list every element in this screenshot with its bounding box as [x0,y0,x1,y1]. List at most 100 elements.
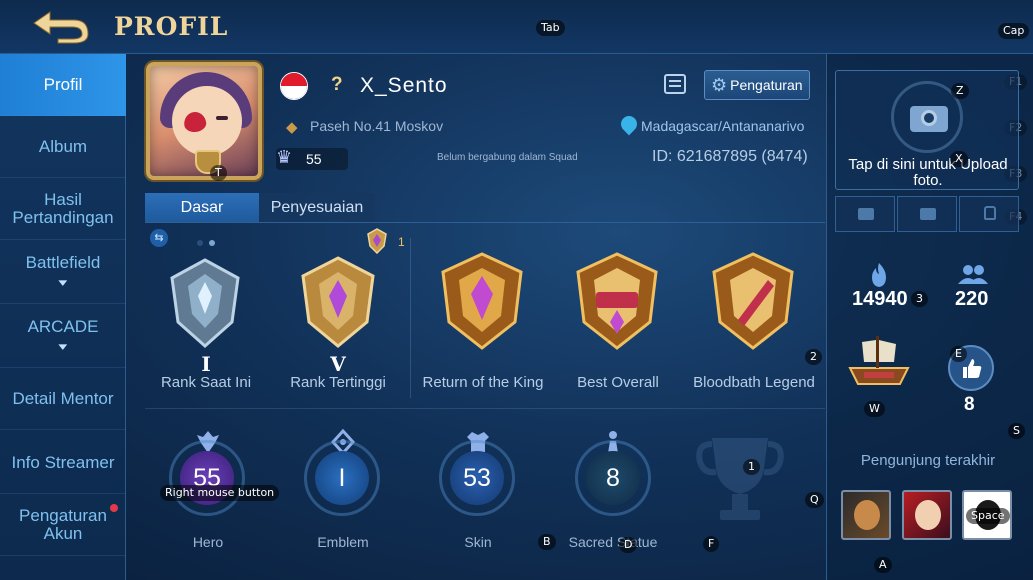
squad-status: Belum bergabung dalam Squad [437,152,578,163]
key-hint-d: D [619,537,638,553]
unknown-icon: ? [331,74,343,95]
username: X_Sento [360,74,448,97]
key-hint-cap: Cap [998,23,1030,39]
popularity-value: 14940 [852,288,908,310]
location-pin-icon [617,112,641,136]
followers-value: 220 [955,288,989,310]
photo-slot-1[interactable] [835,196,895,232]
visitor-avatar-2[interactable] [902,490,952,540]
swap-icon[interactable]: ⇆ [150,229,168,247]
emblem-count: I [315,451,369,505]
key-hint-t: T [210,165,227,181]
visitor-face [854,500,880,530]
recent-visitors-title: Pengunjung terakhir [860,452,996,469]
page-title: PROFIL [114,12,229,41]
tab-dasar[interactable]: Dasar [145,193,259,222]
sidebar-item-hasil-pertandingan[interactable]: Hasil Pertandingan [0,178,126,240]
tab-penyesuaian[interactable]: Penyesuaian [259,193,375,222]
rank-highest-division: V [330,352,346,376]
legend-rank-icon [170,258,240,349]
sidebar: Profil Album Hasil Pertandingan Battlefi… [0,54,126,580]
key-hint-z: Z [951,83,969,99]
camera-icon [920,208,936,220]
mythic-rank-icon [301,256,375,348]
sidebar-item-album[interactable]: Album [0,116,126,178]
rank-highest-label: Rank Tertinggi [290,374,386,391]
ship-icon[interactable] [846,332,912,390]
bloodbath-legend-badge-icon [712,252,794,350]
rank-current-division: I [201,352,211,376]
hero-label: Hero [192,534,224,550]
upload-photo-box[interactable]: Tap di sini untuk Upload foto. [835,70,1019,190]
sidebar-item-info-streamer[interactable]: Info Streamer [0,432,126,494]
sidebar-item-arcade[interactable]: ARCADE ▾ [0,306,126,368]
back-arrow-icon[interactable] [28,8,92,44]
sidebar-item-pengaturan-akun[interactable]: Pengaturan Akun [0,494,126,556]
key-hint-s: S [1008,423,1025,439]
locked-trophy-icon [696,438,784,520]
key-hint-space: Space [966,508,1010,524]
visitor-avatar-3[interactable]: Space [962,490,1012,540]
squad-name: Paseh No.41 Moskov [310,118,444,134]
key-hint-tab: Tab [536,20,565,36]
key-hint-right-mouse-button: Right mouse button [160,485,280,501]
sidebar-item-detail-mentor[interactable]: Detail Mentor [0,368,126,430]
key-hint-e: E [950,346,967,362]
location-text: Madagascar/Antananarivo [641,118,805,134]
sidebar-item-battlefield[interactable]: Battlefield ▾ [0,242,126,304]
chat-icon[interactable] [664,74,686,94]
user-id: ID: 621687895 (8474) [652,148,808,165]
chevron-down-icon: ▾ [58,276,68,289]
section-divider [145,408,825,409]
key-hint-b: B [538,534,556,550]
camera-icon [858,208,874,220]
sidebar-item-label: Profil [43,74,83,94]
fire-icon [872,263,886,287]
emblem-ring[interactable]: I [304,440,380,516]
skin-ring[interactable]: 53 [439,440,515,516]
photo-slot-3[interactable] [959,196,1019,232]
top-bar: PROFIL [0,0,1033,54]
return-of-the-king-badge-icon [441,252,523,350]
notification-dot [110,504,118,512]
tab-divider [145,222,825,223]
rank-divider [410,238,411,398]
key-hint-2: 2 [805,349,822,365]
thumbs-up-icon [963,359,982,378]
followers-icon [958,265,988,284]
emblem-label: Emblem [317,534,369,550]
photo-slot-2[interactable] [897,196,957,232]
sidebar-item-label: ARCADE [27,316,99,336]
achievement-bloodbath-legend-label: Bloodbath Legend [693,374,815,391]
squad-icon: ◆ [286,119,298,136]
mythic-mini-icon [367,228,387,254]
sacred-statue-ring[interactable]: 8 [575,440,651,516]
visitor-avatar-1[interactable] [841,490,891,540]
visitor-face [915,500,941,530]
gear-icon: ⚙ [711,74,728,95]
settings-button[interactable]: ⚙ Pengaturan [704,70,810,100]
lock-icon [984,206,996,220]
key-hint-f: F [703,536,720,552]
best-overall-badge-icon [576,252,658,350]
sidebar-item-label: Battlefield [25,252,101,272]
mini-rank-count: 1 [398,235,405,249]
avatar-face [172,86,242,156]
key-hint-x: X [950,151,968,167]
sacred-statue-count: 8 [586,451,640,505]
hero-count-ring[interactable]: 55 [169,440,245,516]
sidebar-item-profil[interactable]: Profil [0,54,126,116]
sidebar-item-label: Album [38,136,88,156]
indonesia-flag-icon [280,72,308,100]
rank-current-label: Rank Saat Ini [160,374,252,391]
like-count: 8 [964,394,975,415]
key-hint-a: A [874,557,892,573]
sidebar-item-label: Hasil Pertandingan [12,189,114,227]
page-indicator [197,233,221,251]
level-badge: ♛ 55 [276,147,348,170]
key-hint-q: Q [805,492,824,508]
avatar[interactable] [146,62,262,180]
level-number: 55 [306,151,322,167]
level-crown-icon: ♛ [276,147,293,167]
key-hint-1: 1 [743,459,760,475]
